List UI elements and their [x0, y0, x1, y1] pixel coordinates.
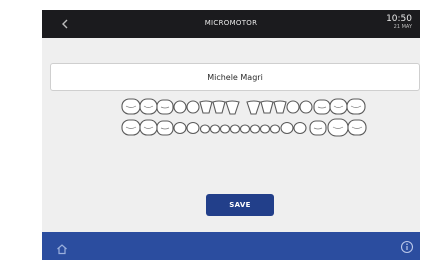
- device-screen: MICROMOTOR 10:50 21 MAY Michele Magri SA…: [42, 10, 420, 260]
- tooth[interactable]: [239, 124, 251, 134]
- tooth[interactable]: [173, 121, 187, 135]
- home-button[interactable]: [56, 240, 68, 259]
- tooth[interactable]: [225, 100, 240, 115]
- tooth[interactable]: [259, 124, 271, 134]
- tooth[interactable]: [186, 100, 200, 114]
- tooth[interactable]: [199, 124, 211, 134]
- info-icon: [400, 240, 414, 254]
- tooth[interactable]: [346, 98, 366, 115]
- tooth[interactable]: [327, 118, 349, 137]
- tooth[interactable]: [309, 120, 327, 136]
- tooth[interactable]: [186, 121, 200, 135]
- tooth[interactable]: [347, 119, 367, 136]
- tooth[interactable]: [139, 119, 158, 136]
- tooth[interactable]: [269, 124, 281, 134]
- tooth[interactable]: [313, 99, 331, 115]
- tooth[interactable]: [329, 98, 348, 115]
- tooth[interactable]: [173, 100, 187, 114]
- tooth[interactable]: [249, 124, 261, 134]
- tooth[interactable]: [246, 100, 261, 115]
- tooth[interactable]: [280, 121, 294, 135]
- tooth[interactable]: [156, 99, 174, 115]
- tooth[interactable]: [212, 100, 226, 114]
- tooth[interactable]: [209, 124, 221, 134]
- tooth[interactable]: [156, 120, 174, 136]
- bottom-bar: [42, 232, 420, 260]
- tooth[interactable]: [273, 100, 287, 114]
- home-icon: [57, 244, 67, 255]
- tooth[interactable]: [229, 124, 241, 134]
- tooth[interactable]: [260, 100, 274, 114]
- dental-chart: [121, 98, 367, 137]
- tooth[interactable]: [121, 119, 141, 136]
- tooth[interactable]: [219, 124, 231, 134]
- tooth[interactable]: [139, 98, 158, 115]
- save-button[interactable]: SAVE: [206, 194, 274, 216]
- info-button[interactable]: [400, 239, 414, 258]
- tooth[interactable]: [286, 100, 300, 114]
- tooth[interactable]: [121, 98, 141, 115]
- tooth[interactable]: [299, 100, 313, 114]
- tooth[interactable]: [293, 121, 307, 135]
- tooth[interactable]: [199, 100, 213, 114]
